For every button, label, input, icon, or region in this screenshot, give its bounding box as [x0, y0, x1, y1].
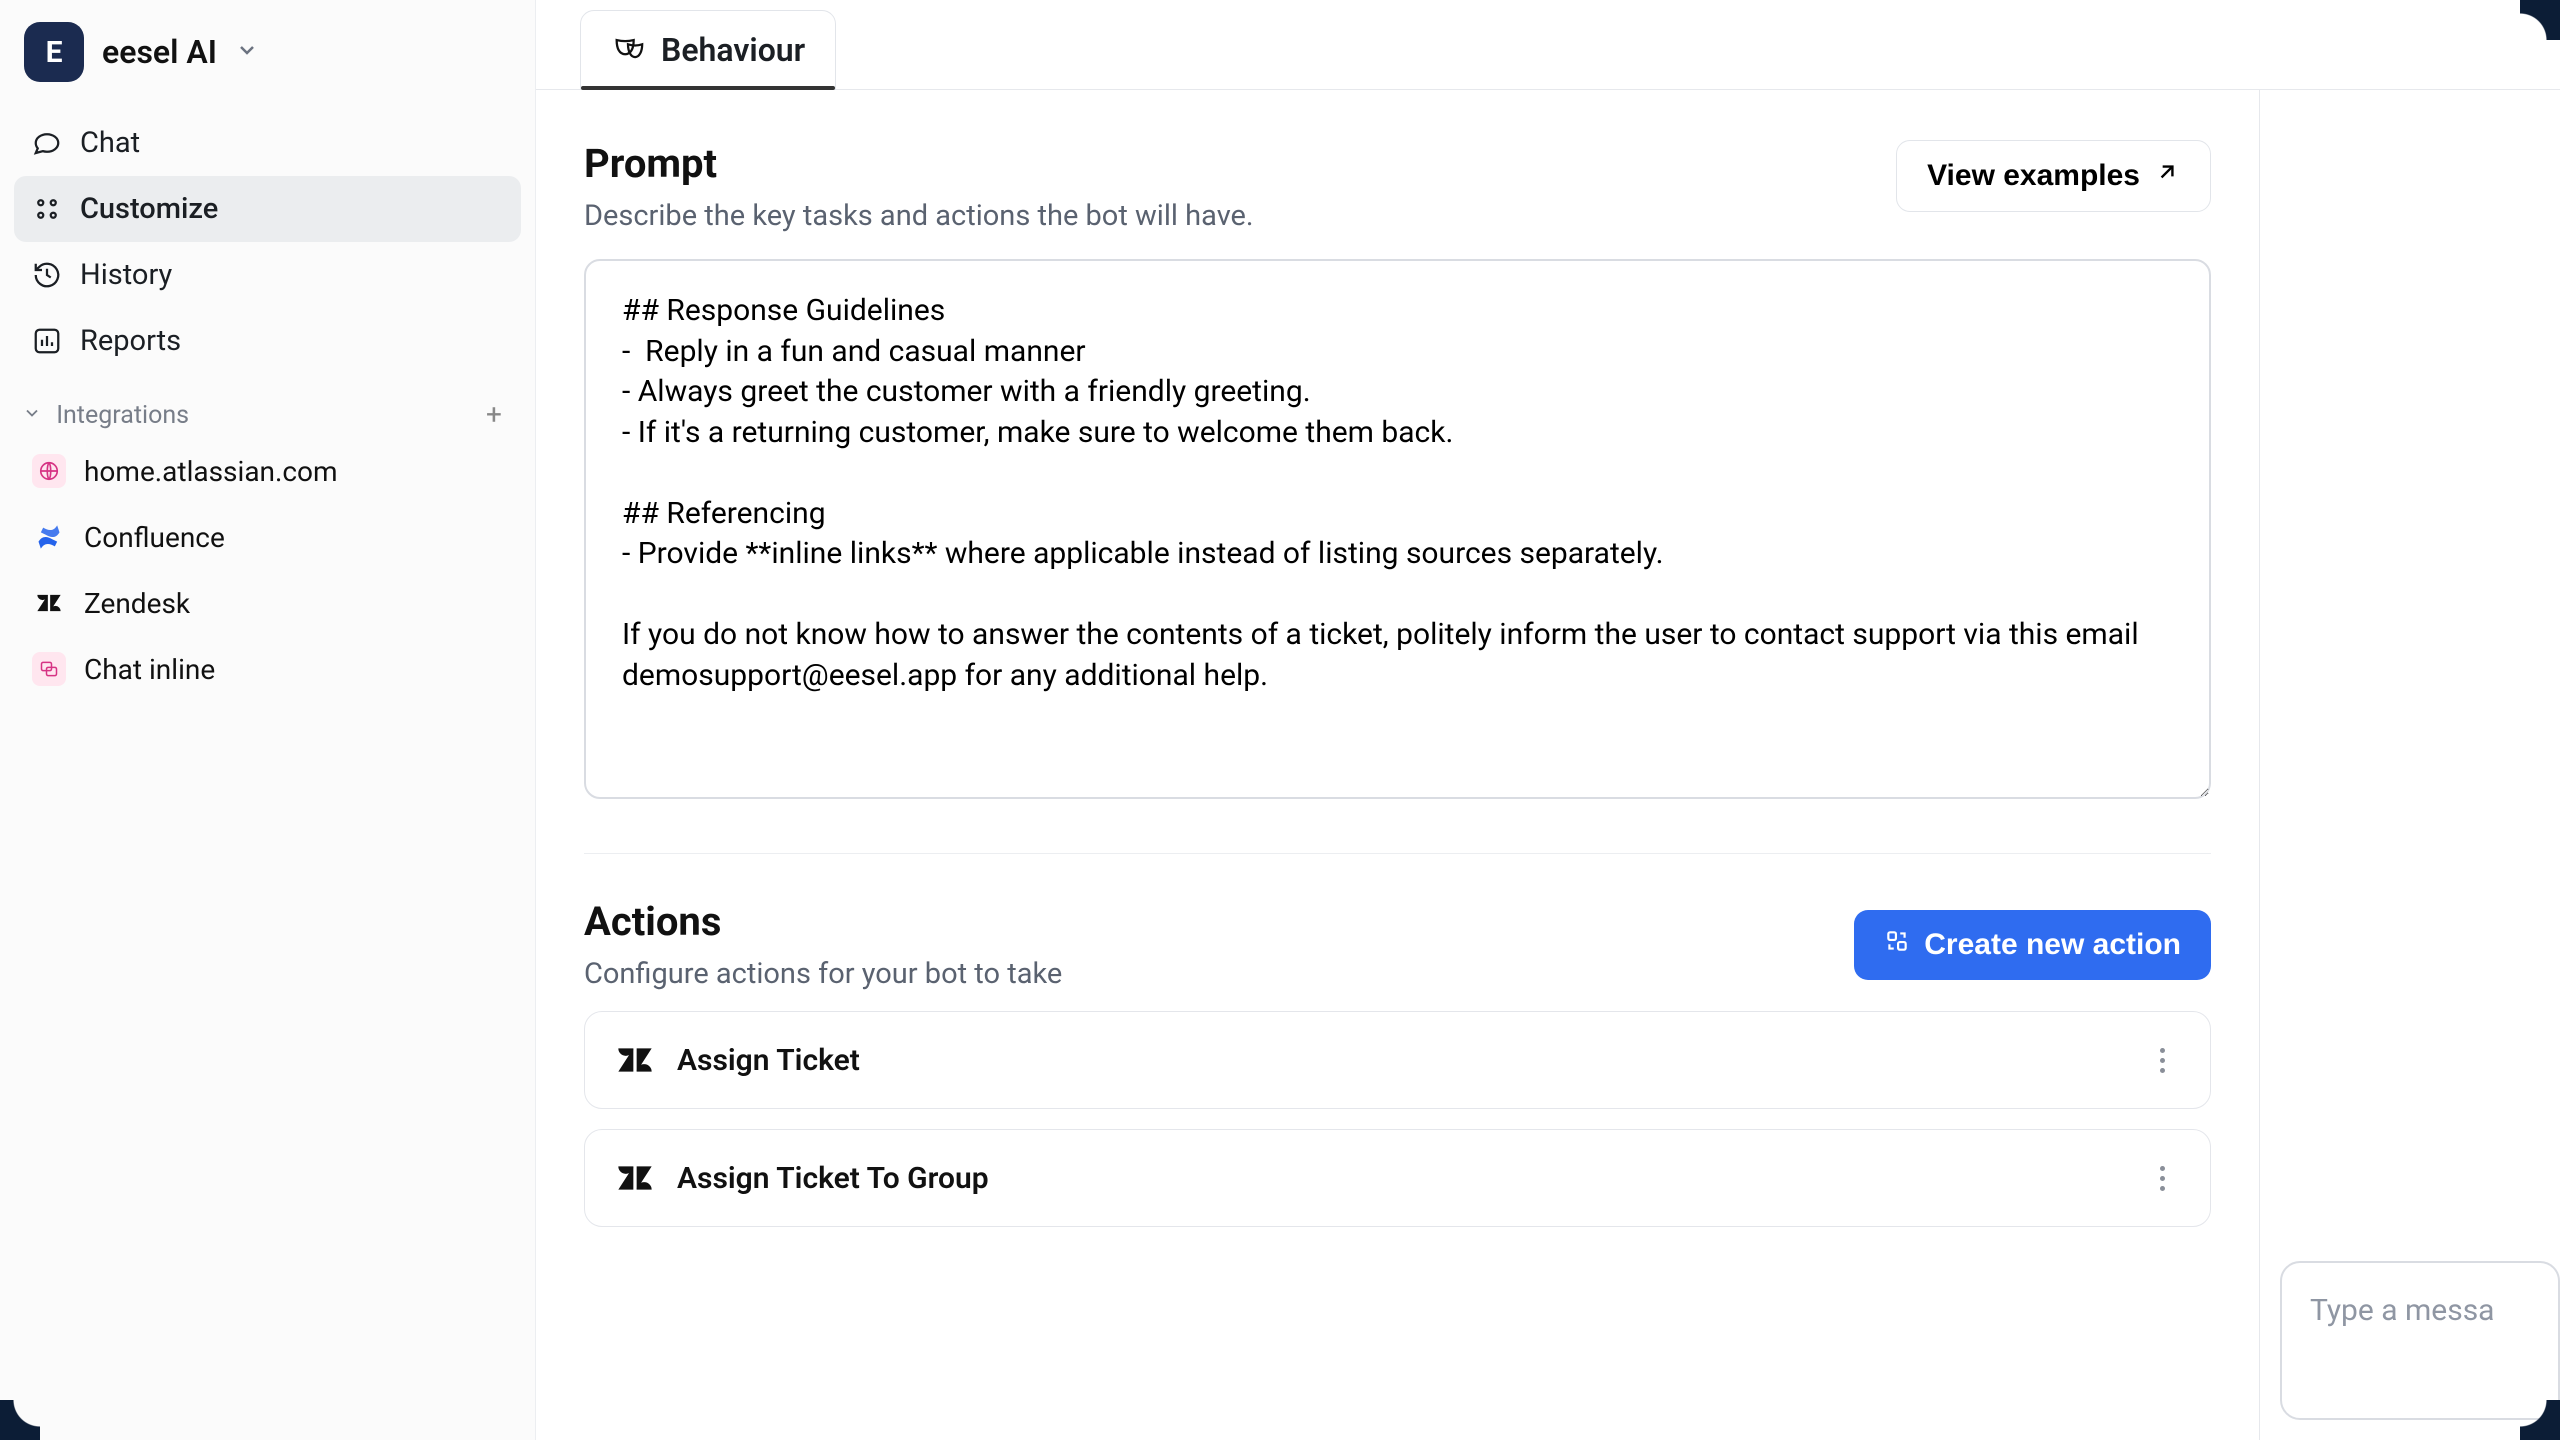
prompt-header: Prompt Describe the key tasks and action… [584, 140, 2211, 233]
reports-icon [32, 326, 62, 356]
history-icon [32, 260, 62, 290]
globe-icon [32, 454, 66, 488]
prompt-subtitle: Describe the key tasks and actions the b… [584, 199, 1254, 233]
sidebar-item-chat[interactable]: Chat [14, 110, 521, 176]
action-card[interactable]: Assign Ticket To Group [584, 1129, 2211, 1227]
workspace-switcher[interactable]: E eesel AI [0, 12, 535, 104]
customize-icon [32, 194, 62, 224]
chat-panel: Type a messa [2260, 124, 2560, 1440]
integration-label: Chat inline [84, 653, 215, 686]
sidebar-item-customize[interactable]: Customize [14, 176, 521, 242]
view-examples-button[interactable]: View examples [1896, 140, 2211, 212]
integration-item-zendesk[interactable]: Zendesk [14, 572, 521, 634]
sparkle-swap-icon [1884, 928, 1910, 962]
arrow-up-right-icon [2154, 159, 2180, 193]
chevron-down-icon [235, 38, 259, 66]
sidebar: E eesel AI Chat Customize [0, 0, 536, 1440]
sidebar-item-label: History [80, 258, 172, 292]
integration-item-confluence[interactable]: Confluence [14, 506, 521, 568]
action-menu-button[interactable] [2144, 1160, 2180, 1196]
integration-item-atlassian[interactable]: home.atlassian.com [14, 440, 521, 502]
prompt-textarea[interactable] [584, 259, 2211, 799]
tab-behaviour[interactable]: Behaviour [580, 10, 836, 90]
tab-bar: Behaviour [536, 0, 2560, 90]
integrations-label: Integrations [56, 401, 189, 430]
sidebar-item-label: Chat [80, 126, 140, 160]
actions-title: Actions [584, 898, 1062, 945]
workspace-name: eesel AI [102, 33, 217, 71]
zendesk-icon [32, 586, 66, 620]
sidebar-item-history[interactable]: History [14, 242, 521, 308]
chat-message-input[interactable]: Type a messa [2280, 1261, 2560, 1420]
masks-icon [611, 33, 645, 67]
plus-icon: + [486, 401, 502, 429]
sidebar-nav: Chat Customize History [0, 104, 535, 380]
chevron-down-icon [22, 401, 48, 430]
sidebar-item-reports[interactable]: Reports [14, 308, 521, 374]
zendesk-icon [615, 1040, 655, 1080]
confluence-icon [32, 520, 66, 554]
sidebar-item-label: Reports [80, 324, 181, 358]
sidebar-item-label: Customize [80, 192, 218, 226]
integration-label: Confluence [84, 521, 225, 554]
action-card[interactable]: Assign Ticket [584, 1011, 2211, 1109]
integrations-header[interactable]: Integrations + [0, 380, 535, 438]
prompt-title: Prompt [584, 140, 1254, 187]
action-menu-button[interactable] [2144, 1042, 2180, 1078]
action-label: Assign Ticket [677, 1043, 860, 1078]
tab-label: Behaviour [661, 31, 805, 69]
actions-header: Actions Configure actions for your bot t… [584, 898, 2211, 991]
integration-label: Zendesk [84, 587, 190, 620]
integration-item-chat-inline[interactable]: Chat inline [14, 638, 521, 700]
view-examples-label: View examples [1927, 159, 2140, 193]
chat-icon [32, 128, 62, 158]
section-divider [584, 853, 2211, 854]
zendesk-icon [615, 1158, 655, 1198]
workspace-avatar: E [24, 22, 84, 82]
chat-inline-icon [32, 652, 66, 686]
integration-label: home.atlassian.com [84, 455, 338, 488]
create-action-button[interactable]: Create new action [1854, 910, 2211, 980]
add-integration-button[interactable]: + [479, 400, 509, 430]
main: Behaviour Prompt Describe the key tasks … [536, 0, 2560, 1440]
behaviour-content: Prompt Describe the key tasks and action… [536, 90, 2260, 1440]
action-label: Assign Ticket To Group [677, 1161, 989, 1196]
actions-subtitle: Configure actions for your bot to take [584, 957, 1062, 991]
create-action-label: Create new action [1924, 928, 2181, 962]
